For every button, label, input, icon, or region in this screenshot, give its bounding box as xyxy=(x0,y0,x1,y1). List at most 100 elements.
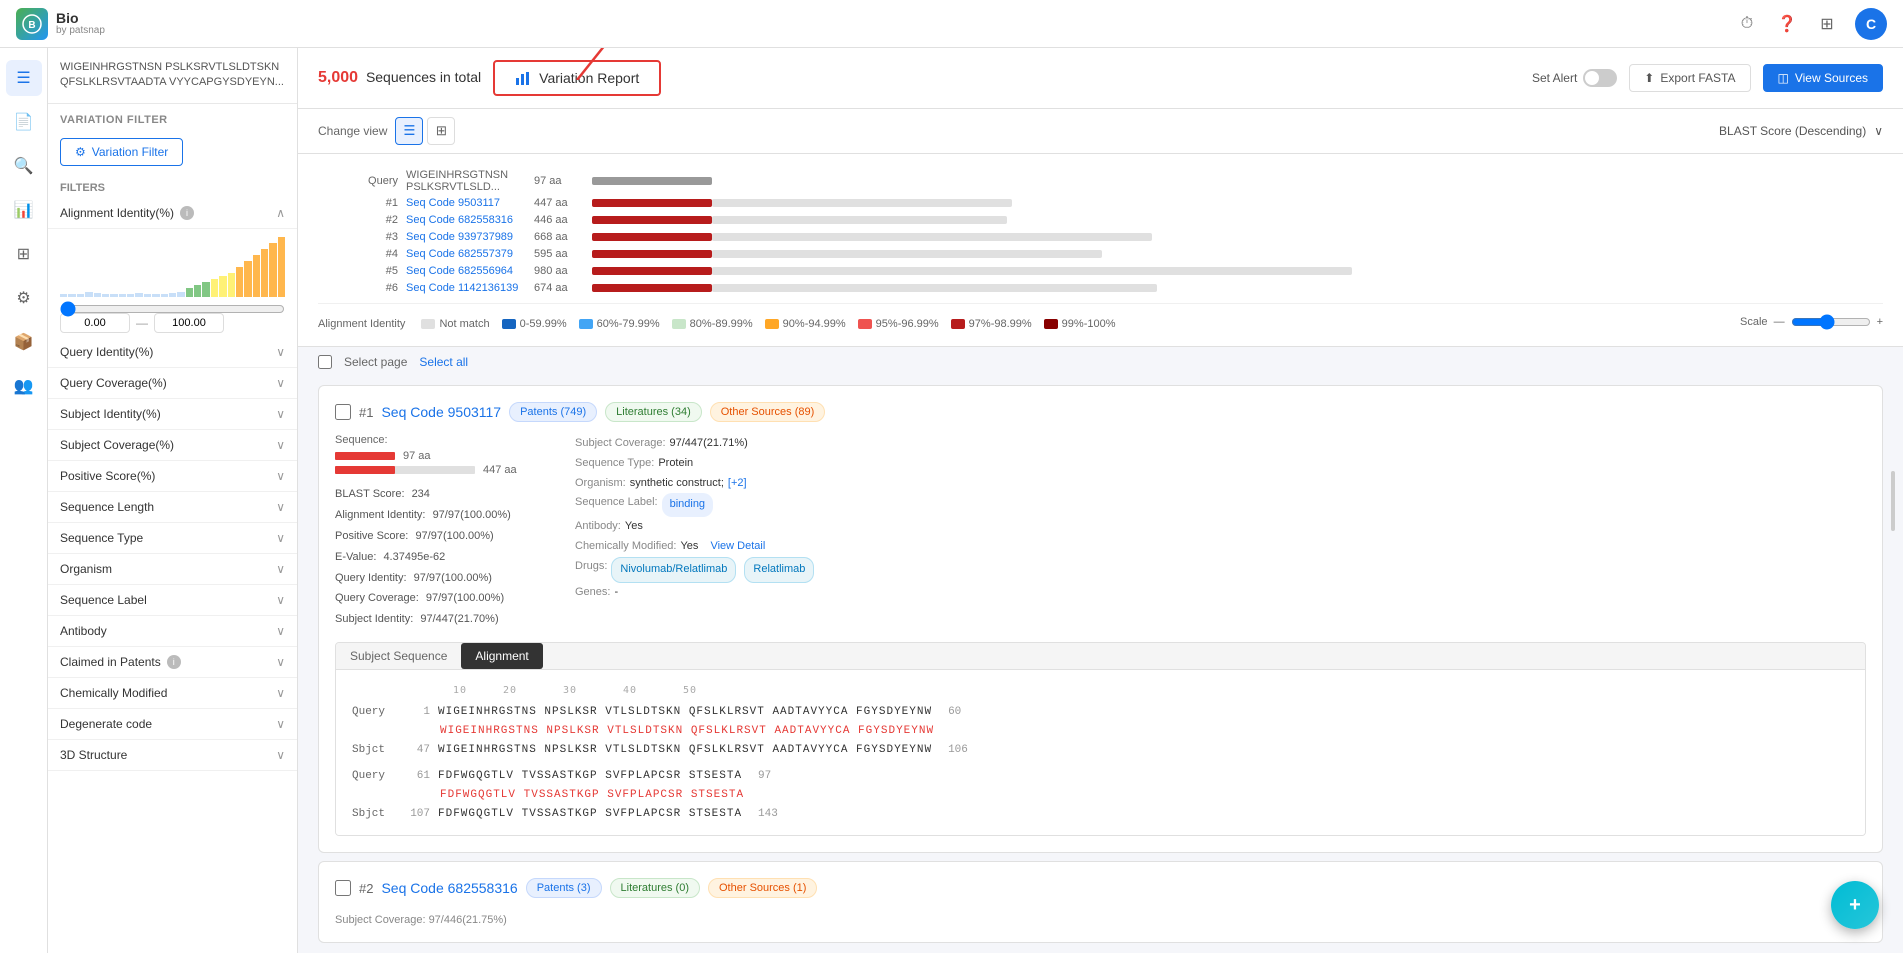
scale-slider[interactable] xyxy=(1791,314,1871,330)
filter-item-query-identity[interactable]: Query Identity(%) ∨ xyxy=(48,337,297,368)
card-1-tag-other[interactable]: Other Sources (89) xyxy=(710,402,826,422)
grid-view-btn[interactable]: ⊞ xyxy=(427,117,455,145)
align-bar-1 xyxy=(592,199,712,207)
apps-icon[interactable]: ⊞ xyxy=(1815,12,1839,36)
sidebar-icon-package[interactable]: 📦 xyxy=(6,324,42,360)
filter-item-3d-structure[interactable]: 3D Structure ∨ xyxy=(48,740,297,771)
set-alert-toggle[interactable] xyxy=(1583,69,1617,87)
seq-role-query-2: Query xyxy=(352,767,392,786)
legend-95-96: 95%-96.99% xyxy=(858,318,939,330)
card-1-blast-score-label: BLAST Score: xyxy=(335,488,405,500)
legend-99-100-label: 99%-100% xyxy=(1062,318,1116,330)
variation-filter-button[interactable]: ⚙ Variation Filter xyxy=(60,138,183,166)
app-subtitle: by patsnap xyxy=(56,25,105,36)
filter-item-subject-coverage[interactable]: Subject Coverage(%) ∨ xyxy=(48,430,297,461)
filter-item-antibody[interactable]: Antibody ∨ xyxy=(48,616,297,647)
sidebar-icon-users[interactable]: 👥 xyxy=(6,368,42,404)
align-bar-3 xyxy=(592,233,712,241)
fab-button[interactable]: + xyxy=(1831,881,1879,929)
card-2-num: #2 xyxy=(359,881,373,896)
align-code-2[interactable]: Seq Code 682558316 xyxy=(406,214,526,226)
card-1-checkbox[interactable] xyxy=(335,404,351,420)
sidebar-icon-chart[interactable]: 📊 xyxy=(6,192,42,228)
filter-item-claimed-in-patents[interactable]: Claimed in Patents i ∨ xyxy=(48,647,297,678)
filter-item-sequence-type[interactable]: Sequence Type ∨ xyxy=(48,523,297,554)
card-1-view-detail[interactable]: View Detail xyxy=(710,537,765,557)
filter-item-degenerate-code[interactable]: Degenerate code ∨ xyxy=(48,709,297,740)
help-icon[interactable]: ❓ xyxy=(1775,12,1799,36)
card-1-ai-value: 97/97(100.00%) xyxy=(433,509,511,521)
card-1-positive-score-row: Positive Score: 97/97(100.00%) xyxy=(335,526,555,547)
filter-item-alignment-identity[interactable]: Alignment Identity(%) i ∧ xyxy=(48,198,297,229)
export-fasta-button[interactable]: ⬆ Export FASTA xyxy=(1629,64,1750,92)
align-bar-4 xyxy=(592,250,712,258)
user-avatar[interactable]: C xyxy=(1855,8,1887,40)
card-2-tag-literatures[interactable]: Literatures (0) xyxy=(610,878,700,898)
filter-item-sequence-label[interactable]: Sequence Label ∨ xyxy=(48,585,297,616)
sidebar-icon-document[interactable]: 📄 xyxy=(6,104,42,140)
filter-item-query-coverage[interactable]: Query Coverage(%) ∨ xyxy=(48,368,297,399)
variation-report-tab[interactable]: Variation Report xyxy=(493,60,661,96)
filter-item-subject-identity[interactable]: Subject Identity(%) ∨ xyxy=(48,399,297,430)
legend-60-79: 60%-79.99% xyxy=(579,318,660,330)
subject-sequence-tab[interactable]: Subject Sequence xyxy=(336,643,461,669)
card-1-sl-tag: binding xyxy=(662,493,713,517)
filter-item-positive-score[interactable]: Positive Score(%) ∨ xyxy=(48,461,297,492)
card-1-chem-mod-row: Chemically Modified: Yes View Detail xyxy=(575,537,1866,557)
filter-item-sequence-length[interactable]: Sequence Length ∨ xyxy=(48,492,297,523)
filter-item-chemically-modified[interactable]: Chemically Modified ∨ xyxy=(48,678,297,709)
select-page-checkbox[interactable] xyxy=(318,355,332,369)
card-1-drug2[interactable]: Relatlimab xyxy=(744,557,814,583)
view-sources-button[interactable]: ◫ View Sources xyxy=(1763,64,1884,92)
card-1-query-aa: 97 aa xyxy=(403,450,431,462)
card-2-sc-value: 97/446(21.75%) xyxy=(429,914,507,926)
alignment-tab[interactable]: Alignment xyxy=(461,643,542,669)
results-header: 5,000 Sequences in total Variation Repor… xyxy=(298,48,1903,109)
seq-end-sbjct-1: 106 xyxy=(948,741,968,760)
align-code-5[interactable]: Seq Code 682556964 xyxy=(406,265,526,277)
card-2-tag-patents[interactable]: Patents (3) xyxy=(526,878,602,898)
align-bar-rest-6 xyxy=(712,284,1157,292)
sidebar-icon-search[interactable]: 🔍 xyxy=(6,148,42,184)
sort-chevron[interactable]: ∨ xyxy=(1874,124,1883,138)
sidebar-icon-menu[interactable]: ☰ xyxy=(6,60,42,96)
select-all-link[interactable]: Select all xyxy=(419,355,468,369)
timer-icon[interactable]: ⏱ xyxy=(1735,12,1759,36)
align-code-3[interactable]: Seq Code 939737989 xyxy=(406,231,526,243)
scale-plus[interactable]: + xyxy=(1877,316,1883,328)
card-2-code[interactable]: Seq Code 682558316 xyxy=(381,880,517,896)
select-page-label[interactable]: Select page xyxy=(344,355,407,369)
sidebar-icon-layers[interactable]: ⊞ xyxy=(6,236,42,272)
align-code-1[interactable]: Seq Code 9503117 xyxy=(406,197,526,209)
seq-match-line-1: WIGEINHRGSTNS NPSLKSR VTLSLDTSKN QFSLKLR… xyxy=(352,722,1849,741)
filter-panel: WIGEINHRGSTNSN PSLKSRVTLSLDTSKN QFSLKLRS… xyxy=(48,48,298,953)
card-1-ev-value: 4.37495e-62 xyxy=(383,551,445,563)
align-code-4[interactable]: Seq Code 682557379 xyxy=(406,248,526,260)
view-sources-label: View Sources xyxy=(1795,71,1868,85)
card-2-tag-other[interactable]: Other Sources (1) xyxy=(708,878,817,898)
card-1-code[interactable]: Seq Code 9503117 xyxy=(381,404,501,420)
card-1-tag-literatures[interactable]: Literatures (34) xyxy=(605,402,702,422)
legend-95-96-dot xyxy=(858,319,872,329)
sidebar-icon-tools[interactable]: ⚙ xyxy=(6,280,42,316)
card-2-checkbox[interactable] xyxy=(335,880,351,896)
card-1-drugs-label: Drugs: xyxy=(575,557,607,583)
card-1-drug1[interactable]: Nivolumab/Relatlimab xyxy=(611,557,736,583)
card-1-tag-patents[interactable]: Patents (749) xyxy=(509,402,597,422)
query-seq-text: WIGEINHRSGTNSN PSLKSRVTLSLD... xyxy=(406,169,526,193)
scale-minus[interactable]: — xyxy=(1774,316,1785,328)
card-1-blast-score-value: 234 xyxy=(412,488,430,500)
card-1-ps-value: 97/97(100.00%) xyxy=(415,530,493,542)
legend-97-98-dot xyxy=(951,319,965,329)
card-1-org-more[interactable]: [+2] xyxy=(728,474,747,494)
alignment-identity-info-icon[interactable]: i xyxy=(180,206,194,220)
filter-organism-label: Organism xyxy=(60,562,112,576)
svg-text:B: B xyxy=(28,20,35,31)
filter-btn-label: Variation Filter xyxy=(92,145,168,159)
claimed-patents-info-icon[interactable]: i xyxy=(167,655,181,669)
filter-item-organism[interactable]: Organism ∨ xyxy=(48,554,297,585)
card-1-qc-label: Query Coverage: xyxy=(335,592,419,604)
align-code-6[interactable]: Seq Code 1142136139 xyxy=(406,282,526,294)
alignment-identity-range-min[interactable] xyxy=(60,301,285,317)
list-view-btn[interactable]: ☰ xyxy=(395,117,423,145)
